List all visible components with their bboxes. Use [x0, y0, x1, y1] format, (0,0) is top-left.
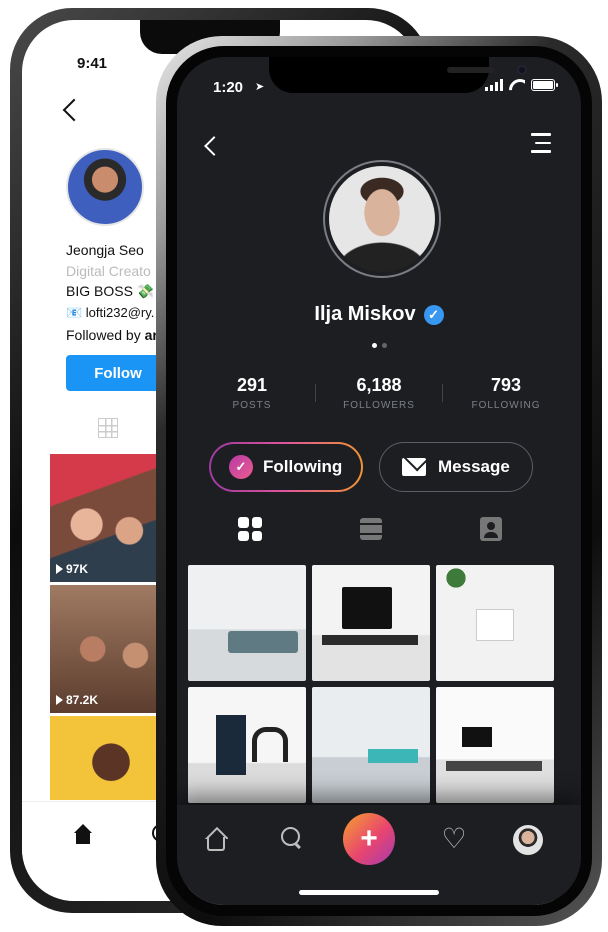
- front-phone-screen: 1:20 ➤ Ilja Miskov ✓ 291 POSTS 6,188 FOL…: [177, 57, 581, 905]
- profile-name-row: Ilja Miskov ✓: [177, 303, 581, 326]
- back-follow-button[interactable]: Follow: [66, 355, 170, 391]
- mockup-stage: 9:41 Jeongja Seo Digital Creato BIG BOSS…: [0, 0, 608, 932]
- back-post-thumbnail[interactable]: [50, 716, 172, 800]
- back-profile-name: Jeongja Seo: [66, 242, 144, 258]
- following-button[interactable]: ✓ Following: [209, 442, 363, 492]
- front-phone-bezel: 1:20 ➤ Ilja Miskov ✓ 291 POSTS 6,188 FOL…: [166, 46, 592, 916]
- photo-thumbnail[interactable]: [436, 565, 554, 681]
- wifi-icon: [509, 79, 525, 91]
- back-profile-category: Digital Creato: [66, 263, 151, 279]
- profile-tabs: [177, 509, 581, 549]
- views-count: 97K: [66, 562, 89, 576]
- tab-grid[interactable]: [230, 509, 270, 549]
- back-post-thumbnail[interactable]: 87.2K: [50, 585, 172, 713]
- nav-home-icon[interactable]: [203, 827, 229, 851]
- page-dot[interactable]: [381, 343, 387, 348]
- status-time: 1:20: [213, 79, 244, 96]
- front-phone-frame: 1:20 ➤ Ilja Miskov ✓ 291 POSTS 6,188 FOL…: [156, 36, 602, 926]
- views-count: 87.2K: [66, 693, 99, 707]
- back-home-icon[interactable]: [72, 824, 94, 844]
- following-label: Following: [263, 457, 343, 476]
- page-dots[interactable]: [177, 343, 581, 348]
- plus-icon: +: [360, 822, 378, 855]
- stat-label: POSTS: [232, 400, 272, 411]
- battery-icon: [531, 79, 558, 91]
- stat-following[interactable]: 793 FOLLOWING: [451, 375, 561, 411]
- photo-thumbnail[interactable]: [436, 687, 554, 803]
- play-icon: [56, 695, 63, 705]
- back-followed-by: Followed by ar: [66, 327, 158, 343]
- photo-thumbnail[interactable]: [188, 687, 306, 803]
- nav-search-icon[interactable]: [281, 827, 303, 849]
- stat-label: FOLLOWERS: [343, 400, 415, 411]
- photo-thumbnail[interactable]: [312, 565, 430, 681]
- avatar-photo: [329, 166, 435, 272]
- list-icon: [360, 518, 382, 540]
- post-views: 87.2K: [56, 693, 98, 707]
- menu-icon[interactable]: [531, 133, 551, 155]
- photo-thumbnail[interactable]: [312, 687, 430, 803]
- back-profile-bio-line1: BIG BOSS 💸: [66, 283, 155, 299]
- profile-avatar[interactable]: [323, 160, 441, 278]
- front-camera: [517, 65, 527, 75]
- stat-value: 6,188: [356, 375, 402, 395]
- followed-by-prefix: Followed by: [66, 327, 145, 343]
- stat-value: 793: [490, 375, 522, 395]
- back-profile-bio-line2: 📧 lofti232@ry.: [66, 305, 155, 320]
- back-status-time: 9:41: [77, 55, 108, 72]
- front-notch: [269, 57, 527, 93]
- post-views: 97K: [56, 562, 88, 576]
- verified-badge-icon: ✓: [423, 304, 444, 325]
- following-button-inner: ✓ Following: [211, 444, 361, 490]
- back-chevron-icon[interactable]: [204, 136, 224, 156]
- envelope-icon: [402, 458, 426, 476]
- location-arrow-icon: ➤: [255, 81, 265, 93]
- stat-posts[interactable]: 291 POSTS: [197, 375, 307, 411]
- stat-divider: [442, 384, 443, 402]
- photo-thumbnail[interactable]: [188, 565, 306, 681]
- back-profile-avatar[interactable]: [66, 148, 144, 226]
- play-icon: [56, 564, 63, 574]
- nav-profile-avatar[interactable]: [513, 825, 543, 855]
- message-label: Message: [438, 457, 510, 476]
- back-post-thumbnail[interactable]: 97K: [50, 454, 172, 582]
- tab-list[interactable]: [351, 509, 391, 549]
- stat-label: FOLLOWING: [471, 400, 541, 411]
- profile-name: Ilja Miskov: [314, 303, 416, 325]
- check-icon: ✓: [229, 455, 253, 479]
- status-icons: [485, 79, 558, 91]
- tagged-person-icon: [480, 517, 502, 541]
- profile-stats: 291 POSTS 6,188 FOLLOWERS 793 FOLLOWING: [193, 375, 565, 411]
- stat-divider: [315, 384, 316, 402]
- home-indicator[interactable]: [299, 890, 439, 895]
- back-chevron-left-icon[interactable]: [62, 98, 86, 122]
- stat-value: 291: [236, 375, 268, 395]
- grid-icon: [238, 517, 262, 541]
- speaker-grille: [447, 67, 495, 73]
- nav-add-button[interactable]: +: [343, 813, 395, 865]
- page-dot-active[interactable]: [371, 343, 377, 348]
- bottom-nav: + ♡: [177, 805, 581, 905]
- signal-icon: [485, 79, 503, 91]
- tab-tagged[interactable]: [471, 509, 511, 549]
- stat-followers[interactable]: 6,188 FOLLOWERS: [324, 375, 434, 411]
- back-grid-icon[interactable]: [98, 418, 118, 438]
- message-button[interactable]: Message: [379, 442, 533, 492]
- nav-heart-icon[interactable]: ♡: [439, 825, 469, 853]
